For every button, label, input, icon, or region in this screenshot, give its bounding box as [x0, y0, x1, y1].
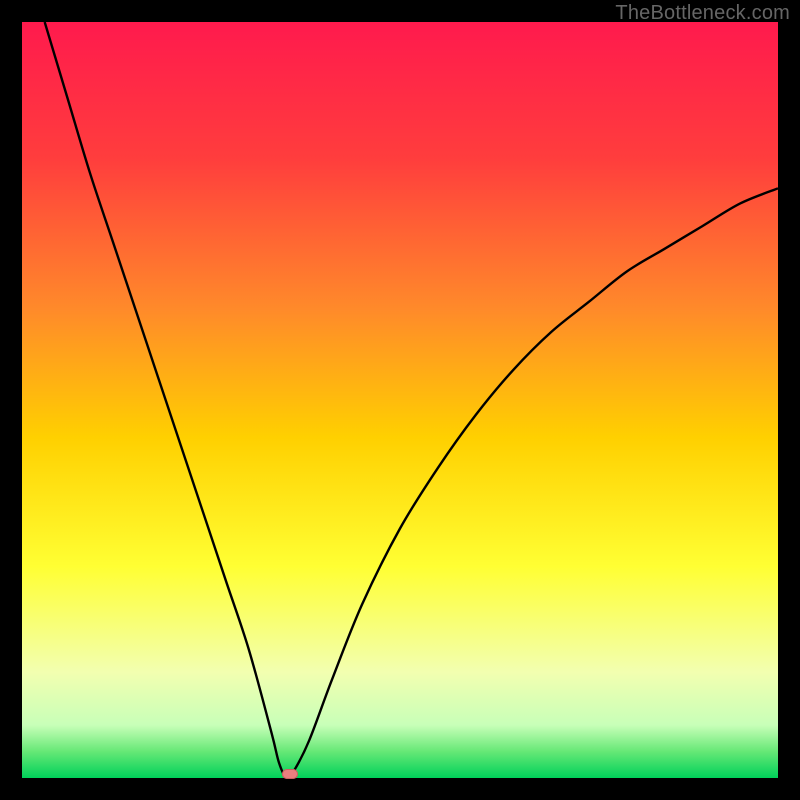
chart-frame: [22, 22, 778, 778]
bottleneck-plot: [22, 22, 778, 778]
optimal-marker: [282, 769, 298, 779]
gradient-background: [22, 22, 778, 778]
watermark-text: TheBottleneck.com: [615, 2, 790, 25]
